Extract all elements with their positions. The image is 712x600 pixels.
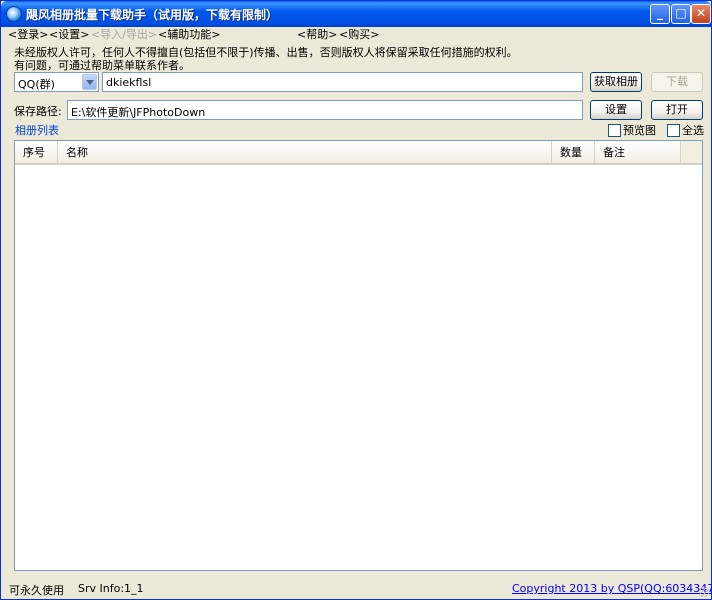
menu-bar: <登录> <设置> <导入/导出> <辅助功能> <帮助> <购买> [1, 27, 711, 43]
save-path-input[interactable]: E:\软件更新\JFPhotoDown [67, 100, 583, 120]
album-list-table[interactable]: 序号 名称 数量 备注 [14, 140, 703, 571]
open-folder-button[interactable]: 打开 [651, 100, 703, 120]
select-all-checkbox-box[interactable] [667, 124, 680, 137]
select-all-checkbox-label: 全选 [682, 124, 704, 137]
album-list-title: 相册列表 [15, 124, 59, 137]
column-header-remark[interactable]: 备注 [595, 141, 681, 165]
status-bar: 可永久使用 Srv Info:1_1 Copyright 2013 by QSP… [1, 579, 712, 599]
source-type-value: QQ(群) [18, 78, 55, 91]
source-type-select[interactable]: QQ(群) [14, 72, 99, 92]
server-info: Srv Info:1_1 [78, 582, 144, 595]
close-icon: ✕ [695, 6, 707, 20]
menu-login[interactable]: <登录> [8, 27, 48, 42]
help-notice: 有问题，可通过帮助菜单联系作者。 [14, 59, 190, 72]
copyright-link[interactable]: Copyright 2013 by QSP(QQ:603434790) [512, 582, 712, 595]
resize-grip-icon[interactable] [699, 587, 709, 597]
settings-button[interactable]: 设置 [590, 100, 642, 120]
menu-settings[interactable]: <设置> [49, 27, 89, 42]
license-status: 可永久使用 [9, 584, 64, 597]
get-albums-button[interactable]: 获取相册 [590, 72, 642, 92]
save-path-value: E:\软件更新\JFPhotoDown [71, 106, 206, 119]
preview-checkbox-box[interactable] [608, 124, 621, 137]
account-input[interactable]: dkiekflsl [102, 72, 583, 92]
menu-import-export[interactable]: <导入/导出> [91, 27, 157, 42]
header-filler [681, 141, 702, 165]
minimize-button[interactable]: _ [650, 4, 670, 24]
save-path-label: 保存路径: [14, 105, 62, 118]
title-bar[interactable]: 飓风相册批量下载助手（试用版，下载有限制） _ □ ✕ [1, 1, 711, 27]
preview-checkbox-label: 预览图 [623, 124, 656, 137]
app-icon [6, 6, 22, 22]
account-value: dkiekflsl [106, 76, 152, 89]
download-button[interactable]: 下载 [651, 72, 703, 92]
table-header: 序号 名称 数量 备注 [15, 141, 681, 165]
chevron-down-icon[interactable] [82, 74, 97, 90]
main-window: 飓风相册批量下载助手（试用版，下载有限制） _ □ ✕ <登录> <设置> <导… [0, 0, 712, 600]
column-header-name[interactable]: 名称 [58, 141, 552, 165]
maximize-icon: □ [675, 6, 687, 20]
menu-buy[interactable]: <购买> [339, 27, 379, 42]
column-header-count[interactable]: 数量 [552, 141, 595, 165]
minimize-icon: _ [657, 6, 663, 20]
menu-help[interactable]: <帮助> [297, 27, 337, 42]
window-title: 飓风相册批量下载助手（试用版，下载有限制） [26, 8, 279, 22]
maximize-button[interactable]: □ [671, 4, 691, 24]
close-button[interactable]: ✕ [691, 4, 711, 24]
menu-tools[interactable]: <辅助功能> [158, 27, 220, 42]
column-header-index[interactable]: 序号 [15, 141, 58, 165]
